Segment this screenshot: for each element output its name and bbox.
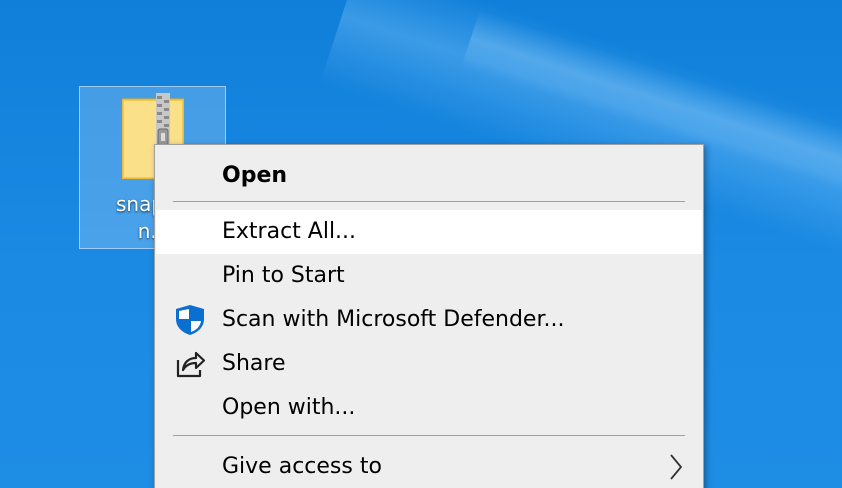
- menu-item-scan-defender[interactable]: Scan with Microsoft Defender...: [156, 298, 702, 342]
- menu-item-open-with[interactable]: Open with...: [156, 386, 702, 430]
- share-icon: [176, 351, 206, 378]
- menu-item-label: Pin to Start: [222, 263, 345, 288]
- menu-item-pin-to-start[interactable]: Pin to Start: [156, 254, 702, 298]
- menu-separator: [173, 201, 685, 202]
- menu-item-label: Scan with Microsoft Defender...: [222, 307, 565, 332]
- menu-item-label: Open: [222, 163, 288, 188]
- desktop[interactable]: snapge n.z Open Extract All... Pin to St…: [0, 0, 842, 488]
- menu-item-label: Share: [222, 351, 286, 376]
- menu-separator: [173, 435, 685, 436]
- menu-item-share[interactable]: Share: [156, 342, 702, 386]
- menu-item-label: Extract All...: [222, 219, 357, 244]
- chevron-right-icon: [670, 454, 683, 480]
- defender-shield-icon: [176, 305, 204, 335]
- menu-item-give-access-to[interactable]: Give access to: [156, 445, 702, 488]
- menu-item-label: Open with...: [222, 395, 356, 420]
- menu-item-label: Give access to: [222, 454, 382, 479]
- menu-item-extract-all[interactable]: Extract All...: [156, 210, 702, 254]
- menu-item-open[interactable]: Open: [156, 154, 702, 198]
- context-menu: Open Extract All... Pin to Start Scan wi…: [154, 144, 704, 488]
